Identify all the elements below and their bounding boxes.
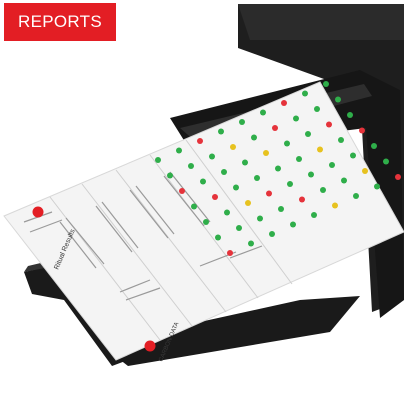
status-dot-green bbox=[251, 134, 257, 141]
status-dot-green bbox=[203, 219, 209, 225]
status-dot-green bbox=[269, 231, 275, 237]
status-dot-green bbox=[242, 159, 248, 166]
status-dot-green bbox=[236, 225, 242, 231]
printer-report-illustration: Ritual Results CARBON DATA bbox=[0, 0, 404, 405]
status-dot-yellow bbox=[230, 144, 236, 150]
status-dot-green bbox=[254, 175, 260, 181]
status-dot-yellow bbox=[245, 200, 251, 206]
status-dot-green bbox=[296, 156, 302, 162]
reports-badge-label: REPORTS bbox=[18, 12, 102, 31]
status-dot-green bbox=[260, 109, 266, 116]
status-dot-green bbox=[275, 165, 281, 172]
status-dot-green bbox=[347, 112, 353, 118]
status-dot-yellow bbox=[362, 168, 368, 174]
status-dot-green bbox=[278, 206, 284, 212]
status-dot-green bbox=[239, 119, 245, 125]
product-photo-frame: Ritual Results CARBON DATA REPORTS bbox=[0, 0, 404, 405]
status-dot-red bbox=[266, 190, 272, 197]
status-dot-green bbox=[329, 162, 335, 168]
status-dot-green bbox=[323, 81, 329, 87]
status-dot-green bbox=[215, 234, 221, 241]
status-dot-green bbox=[248, 240, 254, 247]
status-dot-green bbox=[335, 96, 341, 103]
status-dot-green bbox=[176, 147, 182, 154]
status-dot-green bbox=[338, 137, 344, 143]
status-dot-red bbox=[227, 250, 233, 256]
status-dot-green bbox=[374, 183, 380, 190]
status-dot-red bbox=[359, 127, 365, 134]
status-dot-green bbox=[191, 203, 197, 210]
status-dot-red bbox=[272, 125, 278, 131]
status-dot-green bbox=[224, 209, 230, 216]
status-dot-red bbox=[281, 100, 287, 106]
status-dot-green bbox=[233, 184, 239, 191]
status-dot-green bbox=[167, 172, 173, 179]
status-dot-green bbox=[257, 215, 263, 222]
status-dot-green bbox=[221, 169, 227, 175]
status-dot-green bbox=[155, 157, 161, 163]
status-dot-green bbox=[314, 106, 320, 112]
status-dot-yellow bbox=[263, 150, 269, 156]
status-dot-green bbox=[311, 212, 317, 218]
status-dot-green bbox=[287, 181, 293, 187]
status-dot-green bbox=[371, 143, 377, 149]
status-dot-green bbox=[293, 115, 299, 122]
status-dot-red bbox=[197, 138, 203, 144]
status-dot-green bbox=[290, 221, 296, 228]
report-logo-icon bbox=[32, 206, 44, 218]
status-dot-green bbox=[218, 128, 224, 135]
status-dot-green bbox=[200, 178, 206, 185]
status-dot-green bbox=[320, 187, 326, 193]
status-dot-green bbox=[383, 158, 389, 165]
status-dot-green bbox=[209, 153, 215, 160]
status-dot-green bbox=[302, 90, 308, 97]
status-dot-green bbox=[350, 152, 356, 159]
status-dot-yellow bbox=[332, 202, 338, 209]
status-dot-red bbox=[395, 174, 401, 180]
status-dot-green bbox=[353, 193, 359, 199]
status-dot-red bbox=[212, 194, 218, 200]
status-dot-red bbox=[326, 121, 332, 128]
reports-badge: REPORTS bbox=[4, 3, 116, 41]
status-dot-green bbox=[305, 131, 311, 137]
status-dot-red bbox=[179, 188, 185, 194]
status-dot-green bbox=[308, 171, 314, 178]
status-dot-yellow bbox=[317, 146, 323, 153]
brand-logo-icon bbox=[144, 340, 156, 352]
status-dot-red bbox=[299, 196, 305, 203]
status-dot-green bbox=[341, 177, 347, 184]
status-dot-green bbox=[188, 163, 194, 169]
status-dot-green bbox=[284, 140, 290, 147]
